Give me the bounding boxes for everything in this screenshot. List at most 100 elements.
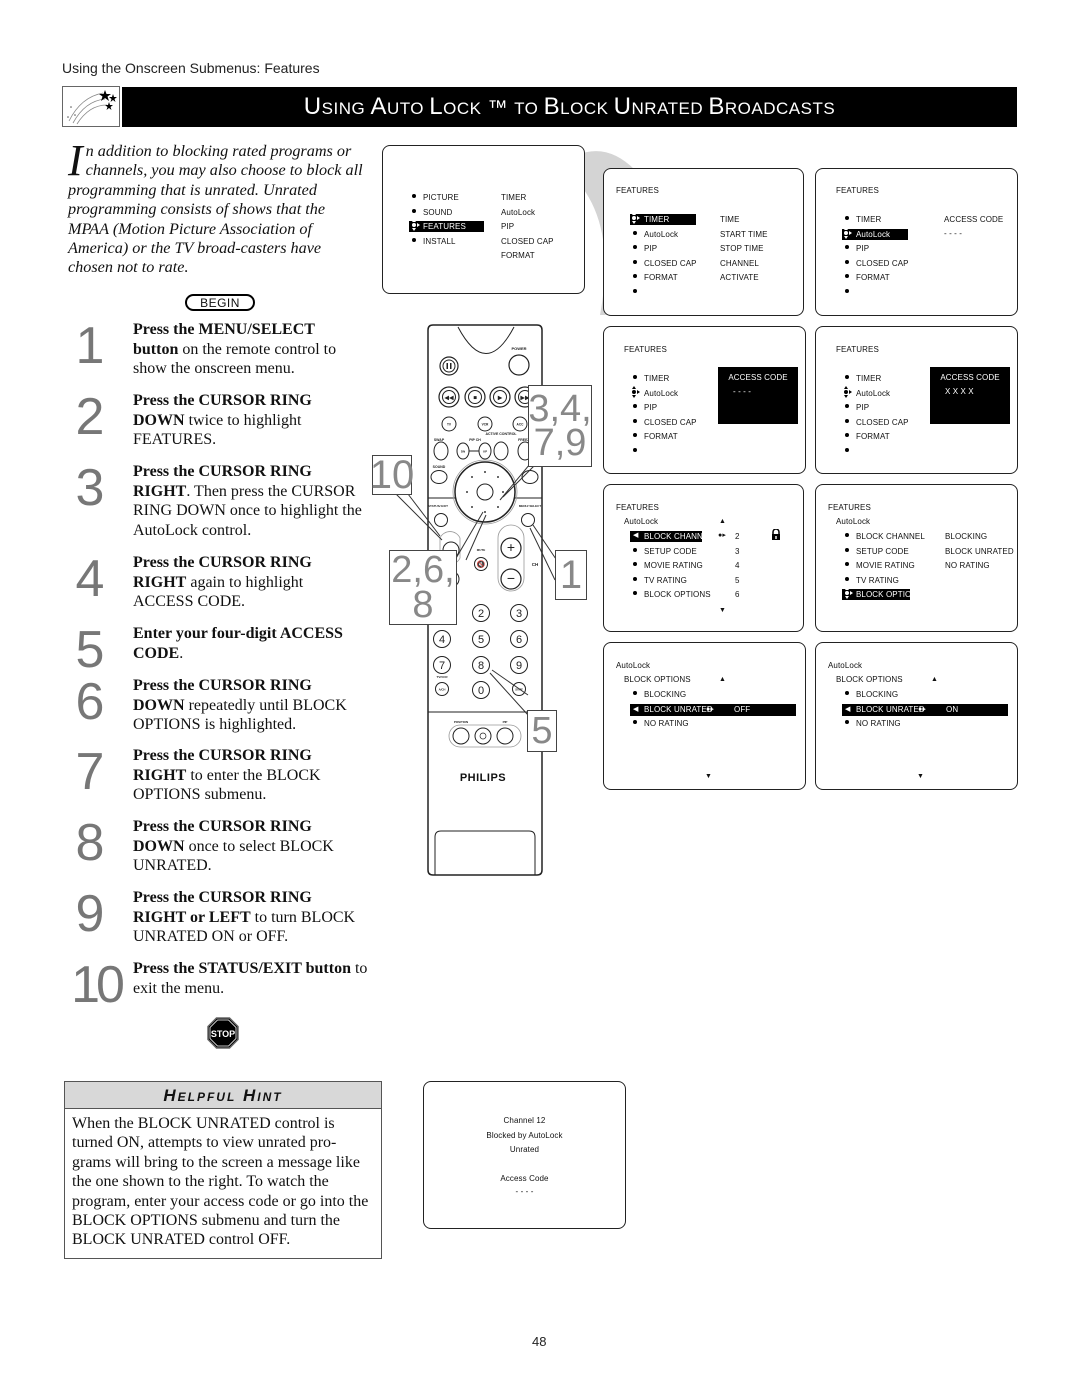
ach-label: A/CH (439, 688, 446, 692)
access-code-label: Access Code (500, 1174, 549, 1183)
step-text: Press the CURSOR RING DOWN twice to high… (133, 391, 363, 450)
callout-step-5: 5 (527, 710, 557, 752)
menu-item: SETUP CODE (633, 546, 697, 556)
helpful-hint-box: Helpful Hint When the BLOCK UNRATED cont… (64, 1081, 382, 1259)
step-number: 5 (75, 621, 105, 679)
menu-item: CLOSED CAP (501, 236, 554, 246)
status-exit-label: STATUS/ EXIT (428, 504, 448, 508)
menu-item: TIMER (844, 215, 882, 224)
access-code-label: ACCESS CODE (728, 373, 788, 382)
menu-item: AutoLock (632, 229, 679, 239)
swap-button[interactable] (433, 441, 449, 461)
ch-label: CH (532, 562, 539, 567)
cursor-nav-icon (412, 219, 420, 231)
menu-item: FORMAT (845, 432, 890, 441)
access-code-label: ACCESS CODE (940, 373, 1000, 382)
menu-item: PICTURE (412, 193, 459, 202)
menu-item: BLOCK UNRATED (856, 704, 925, 714)
step-text: Enter your four-digit ACCESS CODE. (133, 624, 363, 663)
position-button[interactable] (452, 727, 470, 745)
menu-item: BLOCK UNRATED (644, 704, 713, 714)
screen-access-code-empty: FEATURES TIMER AutoLock PIP CLOSED CAP FORMAT… (603, 326, 806, 474)
menu-item: PIP (501, 222, 515, 231)
select-right-icon: ●▸ (706, 705, 714, 713)
begin-badge: BEGIN (185, 294, 255, 311)
hint-body: When the BLOCK UNRATED control is turned… (72, 1115, 369, 1249)
up-label: UP (483, 450, 487, 454)
philips-logo: PHILIPS (460, 772, 506, 784)
blocked-message-line: Blocked by AutoLock (486, 1130, 563, 1140)
sound-label: SOUND (433, 465, 446, 469)
active-control-button[interactable] (493, 441, 509, 461)
section-label: Using the Onscreen Submenus: Features (62, 60, 320, 76)
step-number: 7 (75, 743, 105, 801)
extra-button[interactable] (521, 470, 539, 484)
access-code-value: X X X X (945, 387, 974, 396)
cursor-ring-center[interactable] (476, 483, 494, 501)
cursor-nav-icon (844, 385, 852, 398)
hint-title: Helpful Hint (65, 1082, 381, 1109)
callout-steps-3-4-7-9: 3,4, 7,9 (528, 385, 592, 467)
left-arrow-icon: ◀ (633, 705, 639, 713)
surf-label: SURF (515, 688, 523, 692)
digit-label: 2 (478, 608, 484, 620)
menu-item: TV RATING (845, 575, 899, 585)
scroll-up-icon: ▲ (931, 676, 939, 683)
page-title-text: Using Auto Lock ™ to Block Unrated Broad… (304, 93, 835, 121)
screen-title: FEATURES (836, 186, 879, 195)
lock-icon (772, 529, 780, 540)
blocked-message-line: Channel 12 (503, 1116, 546, 1125)
title-part: B (543, 93, 561, 120)
swap-label: SWAP (434, 438, 445, 442)
status-exit-button[interactable] (434, 513, 448, 527)
light-button[interactable] (474, 727, 492, 745)
step-number: 6 (75, 673, 105, 731)
cursor-dot (471, 476, 473, 478)
power-button[interactable] (508, 354, 530, 376)
menu-value: 3 (735, 546, 740, 556)
menu-item: STOP TIME (720, 244, 764, 253)
menu-item: NO RATING (845, 719, 901, 728)
menu-value: 5 (735, 575, 740, 585)
title-part: to (514, 99, 544, 118)
step-bold: Press the STATUS/EXIT button (133, 960, 351, 977)
menu-value: 4 (735, 561, 740, 570)
digit-label: 4 (439, 634, 445, 646)
menu-item: BLOCK CHANNEL (845, 532, 925, 541)
step-number: 3 (75, 459, 105, 517)
screen-title: FEATURES (616, 186, 659, 195)
menu-item: BLOCKING (945, 532, 988, 541)
title-part: ock (443, 99, 482, 118)
step-number: 2 (75, 388, 105, 446)
menu-item: CHANNEL (720, 258, 759, 268)
title-part: U (303, 93, 322, 120)
intro-text: n addition to blocking rated programs or… (68, 142, 363, 277)
step-text: Press the CURSOR RING RIGHT. Then press … (133, 462, 373, 540)
menu-item: CLOSED CAP (633, 258, 697, 268)
title-part: lock (560, 99, 614, 118)
digit-label: 6 (516, 634, 522, 646)
select-right-icon: ●▸ (918, 705, 926, 713)
power-label: POWER (511, 346, 526, 351)
menu-item: CLOSED CAP (845, 258, 909, 268)
sound-button[interactable] (430, 470, 448, 484)
screen-title: FEATURES (828, 503, 871, 512)
step-rest: . (179, 644, 184, 662)
menu-item: PIP (632, 403, 658, 412)
title-icon-box (62, 86, 120, 127)
intro-paragraph: In addition to blocking rated programs o… (68, 136, 368, 278)
menu-item: ACTIVATE (720, 273, 759, 282)
step-text: Press the CURSOR RING DOWN once to selec… (133, 817, 363, 876)
menu-item: TV RATING (633, 575, 687, 585)
digit-label: 0 (478, 685, 484, 697)
menu-select-button[interactable] (521, 513, 535, 527)
intro-dropcap: I (68, 136, 83, 185)
vcr-button-label: VCR (482, 423, 489, 427)
cursor-dot (497, 476, 499, 478)
step-text: Press the CURSOR RING DOWN repeatedly un… (133, 676, 363, 735)
screen-block-options-off: AutoLock BLOCK OPTIONS ▲ BLOCKING BLOCK UNRA… (603, 642, 806, 790)
menu-item: TIME (720, 215, 740, 224)
pip-label: PIP (503, 720, 508, 724)
step-text: Press the CURSOR RING RIGHT or LEFT to t… (133, 888, 363, 947)
pip-button[interactable] (496, 727, 514, 745)
